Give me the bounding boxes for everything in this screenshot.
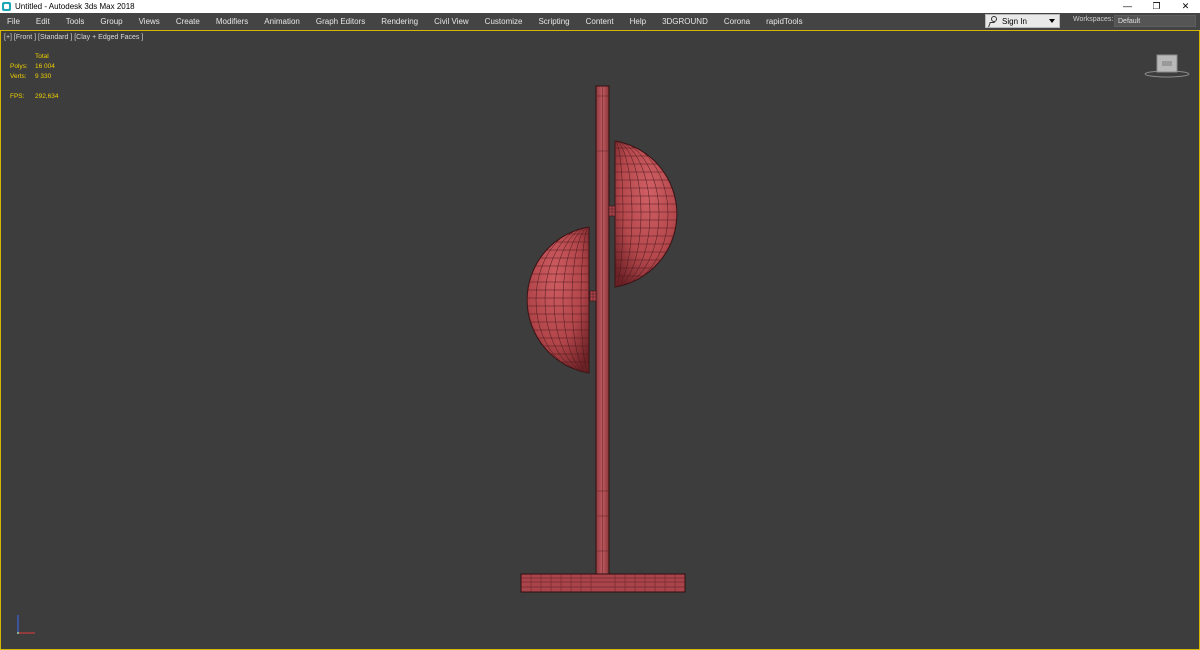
verts-value: 9 330: [35, 73, 52, 80]
menu-tools[interactable]: Tools: [58, 13, 93, 30]
menu-customize[interactable]: Customize: [477, 13, 531, 30]
restore-button[interactable]: ❐: [1142, 0, 1171, 13]
menu-group[interactable]: Group: [92, 13, 130, 30]
viewport-label[interactable]: [+] [Front ] [Standard ] [Clay + Edged F…: [4, 34, 143, 41]
menu-civil-view[interactable]: Civil View: [426, 13, 477, 30]
fps-value: 292,634: [35, 93, 59, 100]
workspaces-select[interactable]: Default: [1114, 15, 1196, 27]
menu-rendering[interactable]: Rendering: [373, 13, 426, 30]
window-titlebar: Untitled - Autodesk 3ds Max 2018 — ❐ ✕: [0, 0, 1200, 13]
sign-in-dropdown[interactable]: Sign In: [985, 14, 1060, 28]
verts-label: Verts:: [10, 73, 27, 80]
axis-tripod-icon: [17, 615, 35, 634]
menu-help[interactable]: Help: [622, 13, 654, 30]
menu-file[interactable]: File: [0, 13, 28, 30]
lamp-pole[interactable]: [595, 85, 610, 577]
menu-views[interactable]: Views: [131, 13, 168, 30]
menu-3dground[interactable]: 3DGROUND: [654, 13, 716, 30]
menu-scripting[interactable]: Scripting: [530, 13, 577, 30]
polys-value: 16 004: [35, 63, 55, 70]
menu-graph-editors[interactable]: Graph Editors: [308, 13, 373, 30]
workspaces-label: Workspaces:: [1073, 16, 1114, 23]
menu-create[interactable]: Create: [168, 13, 208, 30]
menu-rapidtools[interactable]: rapidTools: [758, 13, 810, 30]
menu-animation[interactable]: Animation: [256, 13, 308, 30]
viewcube-icon[interactable]: [1142, 53, 1192, 79]
shade-connector-lower: [589, 290, 597, 302]
close-button[interactable]: ✕: [1171, 0, 1200, 13]
menu-content[interactable]: Content: [578, 13, 622, 30]
menu-edit[interactable]: Edit: [28, 13, 58, 30]
sign-in-label: Sign In: [1002, 16, 1027, 26]
front-viewport[interactable]: [+] [Front ] [Standard ] [Clay + Edged F…: [0, 30, 1200, 650]
minimize-button[interactable]: —: [1113, 0, 1142, 13]
menu-modifiers[interactable]: Modifiers: [208, 13, 256, 30]
scene-canvas[interactable]: [1, 31, 1199, 649]
menu-corona[interactable]: Corona: [716, 13, 758, 30]
fps-label: FPS:: [10, 93, 25, 100]
polys-label: Polys:: [10, 63, 28, 70]
app-icon: [2, 2, 11, 11]
chevron-down-icon: [1049, 19, 1055, 23]
window-title: Untitled - Autodesk 3ds Max 2018: [15, 2, 135, 11]
stats-header: Total: [35, 53, 49, 60]
shade-connector-upper: [608, 205, 616, 217]
user-icon: [989, 16, 999, 26]
lamp-base[interactable]: [520, 573, 686, 593]
